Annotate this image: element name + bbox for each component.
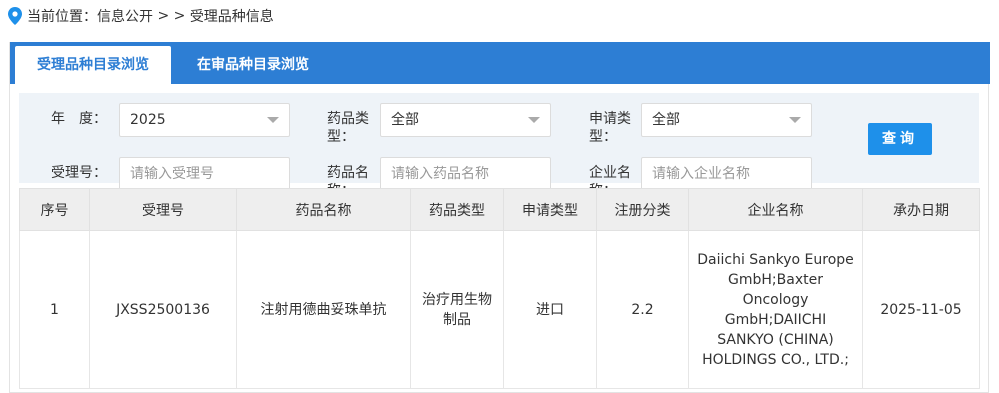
drug-name-input[interactable]: 请输入药品名称: [380, 157, 551, 191]
tab-under-review-catalog[interactable]: 在审品种目录浏览: [190, 46, 316, 84]
drug-type-select-value: 全部: [391, 112, 419, 128]
chevron-down-icon: [789, 117, 801, 123]
column-header-date: 承办日期: [862, 188, 980, 231]
location-pin-icon: [8, 7, 22, 25]
main-panel: 受理品种目录浏览 在审品种目录浏览 年 度： 2025 药品类型： 全部 申请类…: [9, 42, 990, 393]
table-header-row: 序号 受理号 药品名称 药品类型 申请类型 注册分类 企业名称 承办日期: [19, 188, 980, 231]
query-button[interactable]: 查询: [868, 123, 932, 155]
year-label: 年 度：: [51, 111, 107, 127]
breadcrumb-prefix: 当前位置：: [27, 9, 97, 25]
apply-type-label: 申请类型：: [589, 111, 631, 145]
cell-index: 1: [19, 230, 90, 389]
filter-panel: 年 度： 2025 药品类型： 全部 申请类型： 全部 查询 受理号： 请输入受…: [19, 93, 979, 199]
cell-company: Daiichi Sankyo Europe GmbH;Baxter Oncolo…: [688, 230, 863, 389]
year-select[interactable]: 2025: [119, 103, 290, 137]
cell-reg-class: 2.2: [596, 230, 689, 389]
company-input[interactable]: 请输入企业名称: [641, 157, 812, 191]
column-header-accept-no: 受理号: [89, 188, 237, 231]
column-header-drug-name: 药品名称: [236, 188, 411, 231]
table-row[interactable]: 1 JXSS2500136 注射用德曲妥珠单抗 治疗用生物制品 进口 2.2 D…: [19, 230, 980, 389]
accept-no-label: 受理号：: [51, 165, 107, 181]
breadcrumb-item-current: 受理品种信息: [189, 9, 274, 25]
tab-bar: 受理品种目录浏览 在审品种目录浏览: [10, 42, 990, 84]
chevron-down-icon: [528, 117, 540, 123]
cell-accept-no: JXSS2500136: [89, 230, 237, 389]
breadcrumb: 当前位置： 信息公开 > > 受理品种信息: [8, 6, 274, 26]
column-header-company: 企业名称: [688, 188, 863, 231]
chevron-down-icon: [267, 117, 279, 123]
cell-drug-name: 注射用德曲妥珠单抗: [236, 230, 411, 389]
accepted-drugs-table: 序号 受理号 药品名称 药品类型 申请类型 注册分类 企业名称 承办日期 1 J…: [19, 188, 980, 389]
apply-type-select-value: 全部: [652, 112, 680, 128]
column-header-drug-type: 药品类型: [410, 188, 504, 231]
year-select-value: 2025: [130, 112, 166, 128]
accept-no-input[interactable]: 请输入受理号: [119, 157, 290, 191]
cell-date: 2025-11-05: [862, 230, 980, 389]
cell-apply-type: 进口: [503, 230, 597, 389]
column-header-index: 序号: [19, 188, 90, 231]
cell-drug-type: 治疗用生物制品: [410, 230, 504, 389]
column-header-apply-type: 申请类型: [503, 188, 597, 231]
drug-type-label: 药品类型：: [327, 111, 369, 145]
breadcrumb-item-info[interactable]: 信息公开: [97, 6, 153, 26]
tab-accepted-catalog[interactable]: 受理品种目录浏览: [15, 46, 171, 84]
apply-type-select[interactable]: 全部: [641, 103, 812, 137]
breadcrumb-separator: > >: [153, 8, 190, 24]
drug-type-select[interactable]: 全部: [380, 103, 551, 137]
column-header-reg-class: 注册分类: [596, 188, 689, 231]
